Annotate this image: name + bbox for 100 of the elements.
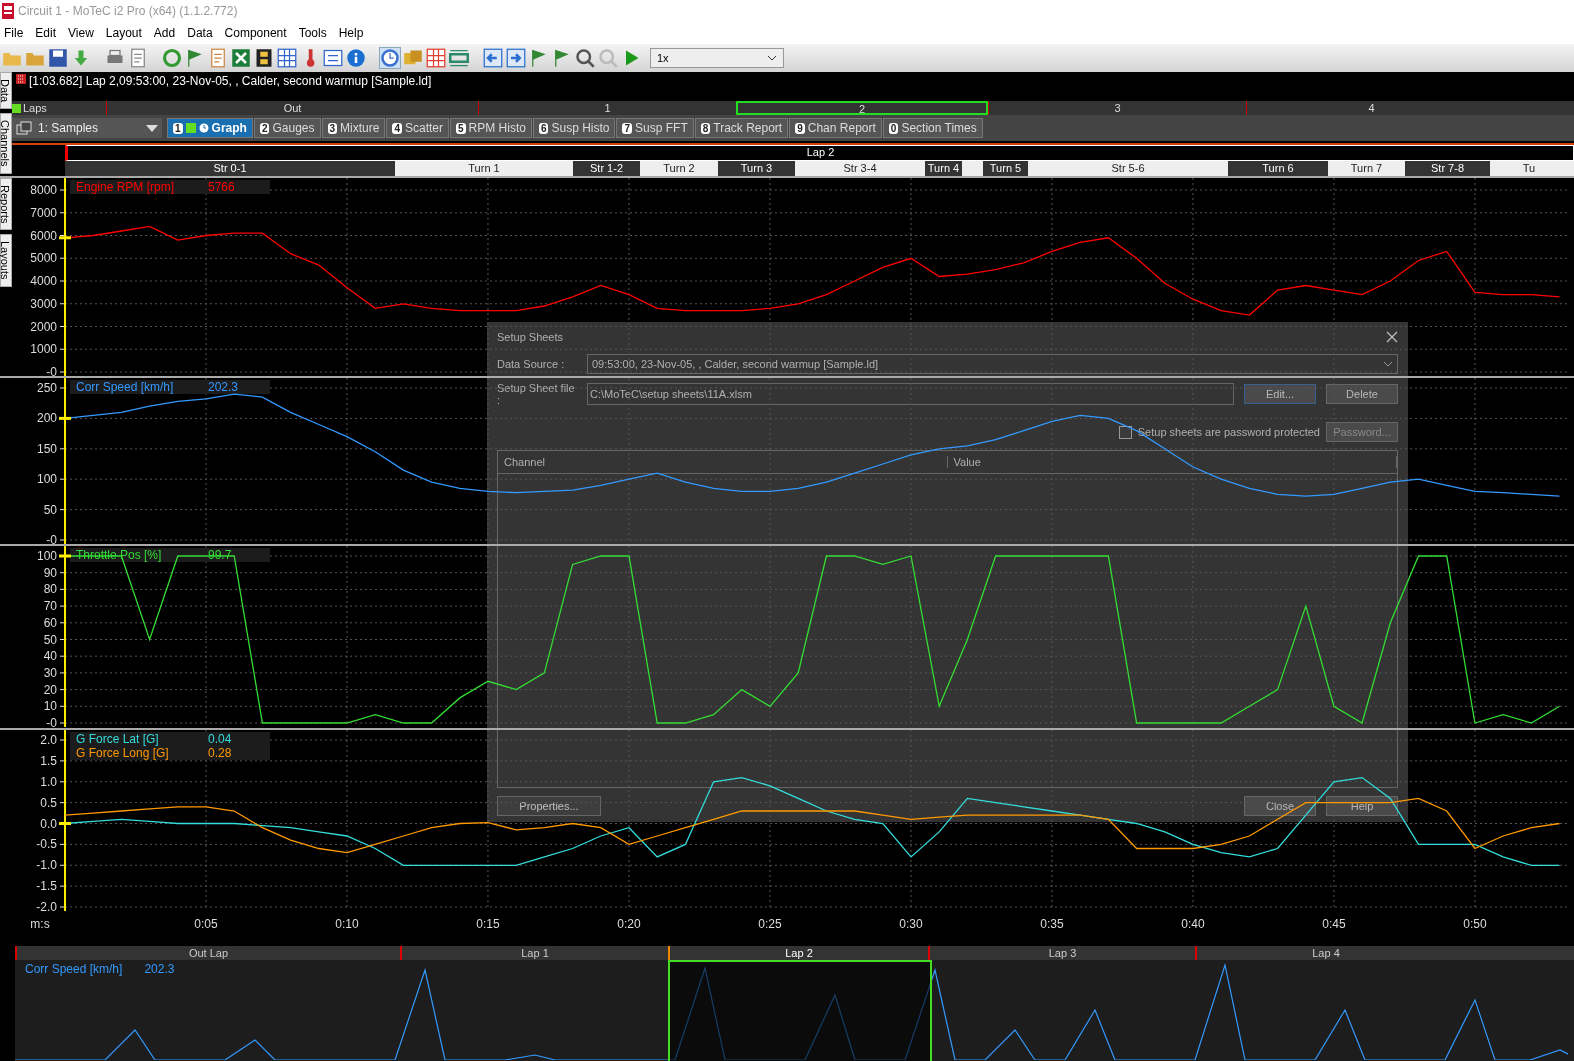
playback-speed-dropdown[interactable]: 1x	[650, 48, 784, 68]
close-icon[interactable]	[1386, 331, 1398, 343]
clock-icon[interactable]	[380, 48, 400, 68]
checkbox[interactable]	[1118, 425, 1132, 439]
x-tick-label: 0:20	[617, 917, 641, 931]
y-tick-label: 150	[36, 441, 57, 456]
window-title: Circuit 1 - MoTeC i2 Pro (x64) (1.1.2.772)	[18, 4, 238, 18]
menu-item[interactable]: Help	[334, 26, 372, 40]
y-tick-label: 0.5	[40, 795, 57, 810]
track-section: Turn 6	[1228, 161, 1328, 176]
track-section: Turn 4	[925, 161, 962, 176]
y-tick-label: 30	[43, 665, 57, 680]
data-source-label: Data Source :	[497, 358, 566, 370]
dialog-title: Setup Sheets	[497, 331, 564, 343]
selection-box[interactable]	[668, 960, 932, 1061]
edit-button[interactable]: Edit...	[1244, 384, 1316, 404]
track-section: Str 7-8	[1405, 161, 1490, 176]
menu-item[interactable]: Add	[149, 26, 184, 40]
channel-name: G Force Long [G]	[76, 746, 170, 760]
help-button[interactable]: Help	[1326, 796, 1398, 816]
edit-icon[interactable]	[208, 48, 228, 68]
x-tick-label: 0:35	[1040, 917, 1064, 931]
x-tick-label: 0:40	[1181, 917, 1205, 931]
film-icon[interactable]	[254, 48, 274, 68]
y-tick-label: 50	[43, 502, 57, 517]
y-tick-label: -1.0	[36, 858, 57, 873]
y-tick-label: 1.5	[40, 753, 57, 768]
x-tick-label: 0:45	[1322, 917, 1346, 931]
y-tick-label: -1.5	[36, 879, 57, 894]
worksheet-tab[interactable]: 5 RPM Histo	[450, 118, 532, 138]
zoom-in-icon[interactable]	[575, 48, 595, 68]
y-tick-label: 2000	[30, 319, 57, 334]
lap-title-bar: Lap 2	[65, 145, 1574, 161]
menu-item[interactable]: Data	[183, 26, 221, 40]
menu-item[interactable]: View	[64, 26, 102, 40]
track-section: Turn 3	[718, 161, 795, 176]
file-path-field[interactable]: C:\MoTeC\setup sheets\11A.xlsm	[587, 383, 1234, 405]
y-tick-label: 40	[43, 649, 57, 664]
menu-item[interactable]: Layout	[101, 26, 150, 40]
channel-value: 5766	[208, 180, 235, 194]
y-tick-label: 7000	[30, 205, 57, 220]
grid-icon[interactable]	[426, 48, 446, 68]
dropdown-arrow-icon	[146, 124, 158, 132]
channel-value: 202.3	[208, 380, 239, 394]
y-tick-label: -0	[46, 365, 57, 378]
worksheet-tab[interactable]: 4 Scatter	[386, 118, 449, 138]
worksheet-tab[interactable]: 3 Mixture	[321, 118, 386, 138]
save-icon[interactable]	[48, 48, 68, 68]
track-section: Turn 7	[1328, 161, 1405, 176]
y-tick-label: 100	[36, 472, 57, 487]
y-tick-label: 250	[36, 381, 57, 395]
spreadsheet-icon[interactable]	[231, 48, 251, 68]
worksheet-tab[interactable]: 2 Gauges	[253, 118, 321, 138]
y-tick-label: 1.0	[40, 774, 57, 789]
y-tick-label: 20	[43, 682, 57, 697]
y-tick-label: 2.0	[40, 733, 57, 747]
clock-icon	[198, 123, 209, 133]
x-tick-label: 0:25	[758, 917, 782, 931]
y-tick-label: 10	[43, 699, 57, 714]
menu-item[interactable]: Tools	[294, 26, 335, 40]
channel-name: Corr Speed [km/h]	[76, 380, 175, 394]
x-axis-label: m:s	[30, 917, 50, 931]
info-icon[interactable]	[346, 48, 366, 68]
menu-item[interactable]: Component	[220, 26, 295, 40]
column-header: Channel	[498, 456, 948, 468]
column-header: Value	[947, 456, 1397, 468]
y-tick-label: 4000	[30, 274, 57, 288]
data-source-dropdown[interactable]: 09:53:00, 23-Nov-05, , Calder, second warmup [Sample.ld]	[587, 354, 1398, 374]
track-section: Str 5-6	[1028, 161, 1228, 176]
track-section: Str 1-2	[573, 161, 640, 176]
track-section: Tu	[1490, 161, 1568, 176]
x-tick-label: 0:05	[194, 917, 218, 931]
worksheet-tab[interactable]: 8 Track Report	[694, 118, 789, 138]
laps-indicator-icon	[12, 103, 21, 113]
track-section: Turn 1	[395, 161, 573, 176]
lap-segment[interactable]: 2	[736, 101, 988, 115]
worksheet-tab[interactable]: 7 Susp FFT	[616, 118, 694, 138]
track-section: Turn 2	[640, 161, 718, 176]
delete-button[interactable]: Delete	[1326, 384, 1398, 404]
print-preview-icon[interactable]	[128, 48, 148, 68]
y-tick-label: 50	[43, 632, 57, 647]
worksheet-tab[interactable]: 9 Chan Report	[789, 118, 882, 138]
refresh-icon[interactable]	[162, 48, 182, 68]
menu-item[interactable]: Edit	[31, 26, 65, 40]
x-tick-label: 0:15	[476, 917, 500, 931]
channel-value: 202.3	[144, 962, 175, 976]
menu-item[interactable]: File	[0, 26, 32, 40]
workbook-selector[interactable]: 1: Samples	[12, 118, 162, 138]
y-tick-label: 5000	[30, 251, 57, 266]
channel-name: G Force Lat [G]	[76, 732, 160, 746]
close-button[interactable]: Close	[1244, 796, 1316, 816]
y-tick-label: 1000	[30, 342, 57, 357]
windows-icon	[16, 121, 32, 135]
calculator-icon[interactable]	[277, 48, 297, 68]
worksheet-tab[interactable]: 1 Graph	[167, 118, 253, 138]
worksheet-tab[interactable]: 6 Susp Histo	[532, 118, 616, 138]
worksheet-tab[interactable]: 0 Section Times	[882, 118, 983, 138]
status-square-icon	[185, 123, 196, 133]
y-tick-label: 0.0	[40, 816, 57, 831]
list-icon[interactable]	[323, 48, 343, 68]
